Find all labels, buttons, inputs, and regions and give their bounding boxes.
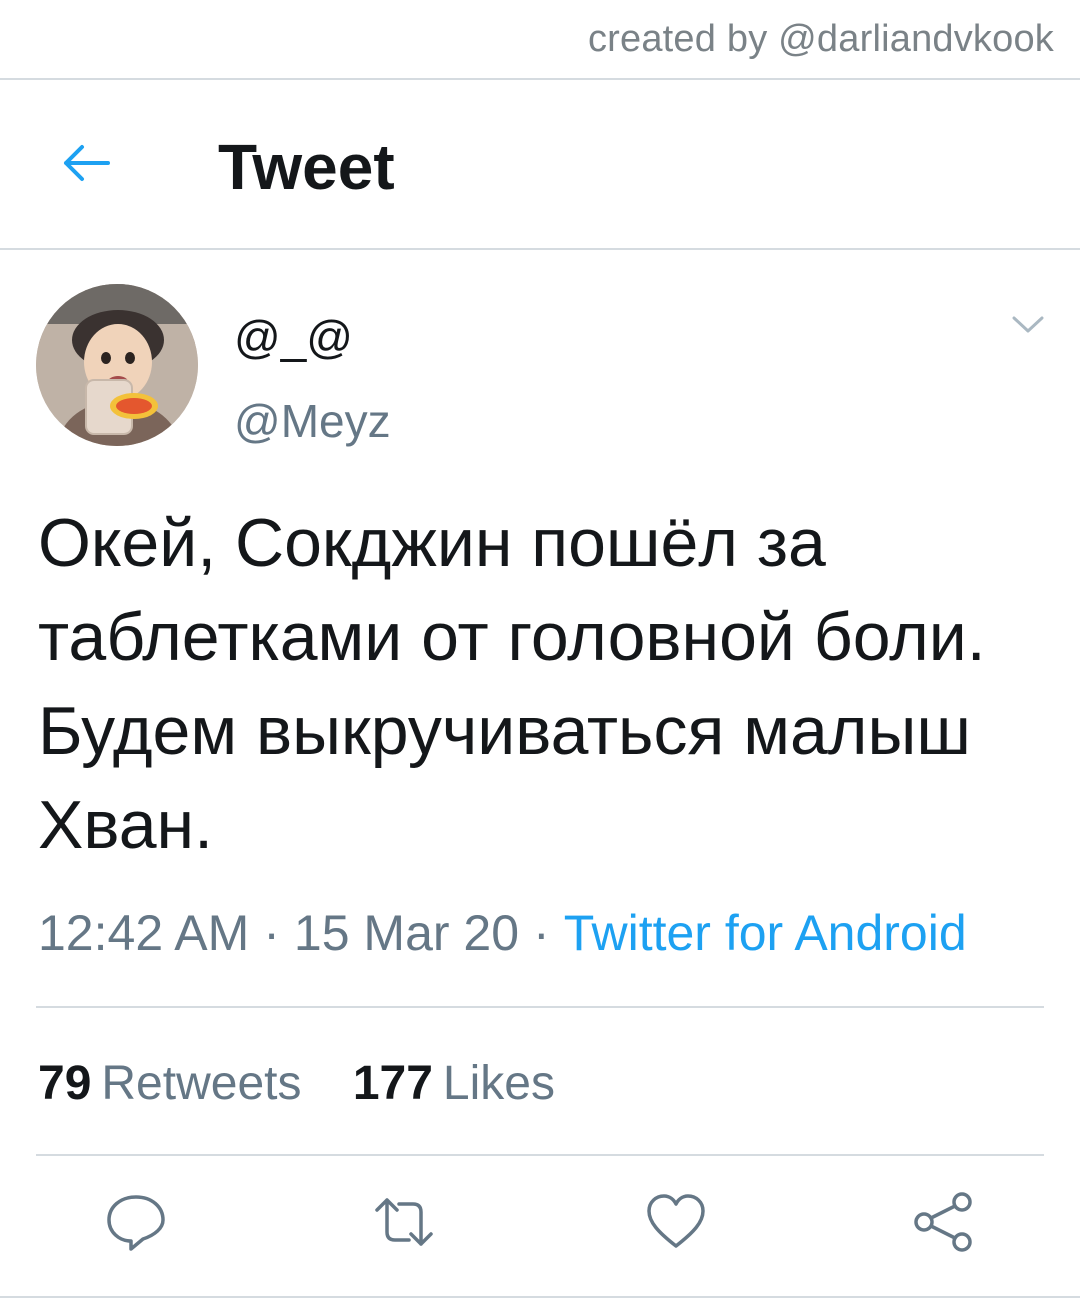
like-button[interactable] (636, 1184, 716, 1264)
arrow-left-icon (60, 143, 112, 188)
retweets-count: 79 (38, 1057, 92, 1110)
bottom-divider (0, 1296, 1080, 1298)
share-button[interactable] (904, 1184, 984, 1264)
tweet-source-link[interactable]: Twitter for Android (564, 905, 967, 961)
reply-icon (103, 1189, 169, 1260)
likes-count: 177 (352, 1057, 433, 1110)
meta-separator: · (533, 905, 550, 961)
tweet-time: 12:42 AM (38, 905, 250, 961)
stats-bottom-divider (36, 1154, 1044, 1156)
page-title: Tweet (218, 131, 395, 203)
watermark-credit: created by @darliandvkook (587, 18, 1054, 60)
author-display-name[interactable]: @_@ (234, 310, 353, 364)
share-icon (912, 1190, 976, 1259)
tweet-stats: 79 Retweets 177 Likes (38, 1056, 593, 1111)
header-divider (0, 248, 1080, 250)
like-icon (644, 1192, 708, 1257)
chevron-down-icon (1011, 315, 1045, 340)
author-handle[interactable]: @Meyz (234, 394, 391, 448)
meta-separator: · (263, 905, 280, 961)
tweet-text: Окей, Сокджин пошёл за таблетками от гол… (38, 505, 986, 863)
back-button[interactable] (56, 135, 116, 195)
app-header: Tweet (0, 80, 1080, 248)
reply-button[interactable] (96, 1184, 176, 1264)
tweet-meta: 12:42 AM · 15 Mar 20 · Twitter for Android (38, 904, 967, 962)
tweet-date: 15 Mar 20 (293, 905, 520, 961)
avatar[interactable] (36, 284, 198, 446)
retweet-icon (369, 1192, 439, 1257)
tweet-action-bar (0, 1184, 1080, 1264)
retweets-stat[interactable]: 79 Retweets (38, 1056, 301, 1111)
likes-label: Likes (442, 1057, 555, 1110)
retweets-label: Retweets (101, 1057, 302, 1110)
retweet-button[interactable] (364, 1184, 444, 1264)
stats-top-divider (36, 1006, 1044, 1008)
likes-stat[interactable]: 177 Likes (353, 1056, 555, 1111)
tweet-options-button[interactable] (1008, 312, 1048, 342)
